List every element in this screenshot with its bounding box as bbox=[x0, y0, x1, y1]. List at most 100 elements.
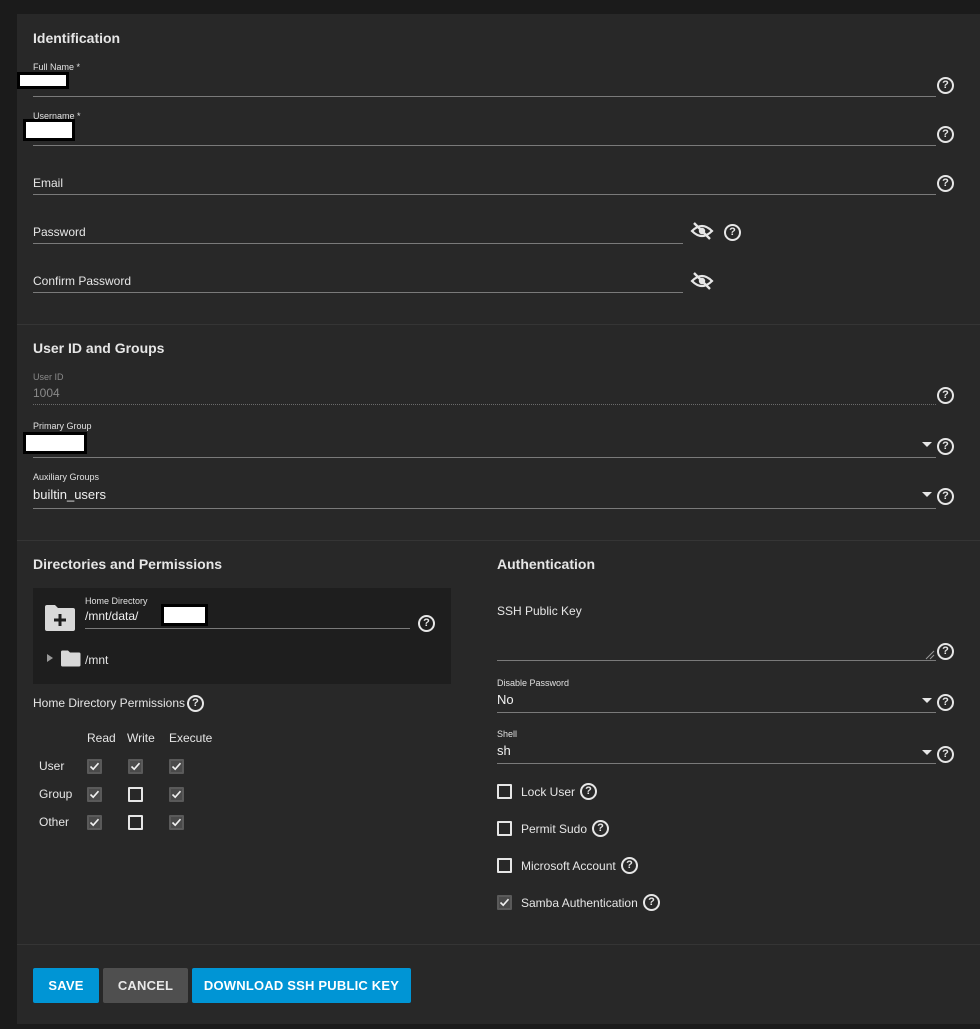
primary-group-underline bbox=[33, 457, 936, 458]
redacted-home-directory bbox=[161, 604, 208, 626]
user-id-field: User ID 1004 bbox=[33, 372, 936, 406]
shell-value: sh bbox=[497, 743, 511, 758]
shell-help-icon[interactable]: ? bbox=[937, 746, 954, 763]
directories-permissions-title: Directories and Permissions bbox=[33, 556, 223, 572]
permissions-help-icon[interactable]: ? bbox=[187, 695, 204, 712]
home-directory-underline bbox=[85, 628, 410, 629]
user-form-panel: Identification Full Name * ? Username * … bbox=[17, 14, 980, 1024]
samba-authentication-label[interactable]: Samba Authentication bbox=[521, 896, 638, 910]
password-field[interactable]: Password bbox=[33, 223, 683, 245]
lock-user-label[interactable]: Lock User bbox=[521, 785, 575, 799]
checkmark-icon bbox=[499, 898, 510, 907]
auxiliary-groups-caret-down-icon[interactable] bbox=[922, 492, 932, 497]
username-help-icon[interactable]: ? bbox=[937, 126, 954, 143]
perm-other-execute-checkbox[interactable] bbox=[169, 815, 184, 830]
perm-user-read-checkbox[interactable] bbox=[87, 759, 102, 774]
primary-group-help-icon[interactable]: ? bbox=[937, 438, 954, 455]
shell-label: Shell bbox=[497, 729, 518, 739]
confirm-password-visibility-eye-off-icon[interactable] bbox=[690, 271, 714, 291]
lock-user-checkbox[interactable] bbox=[497, 784, 512, 799]
samba-authentication-checkbox[interactable] bbox=[497, 895, 512, 910]
disable-password-help-icon[interactable]: ? bbox=[937, 694, 954, 711]
perm-col-write: Write bbox=[127, 731, 155, 745]
primary-group-caret-down-icon[interactable] bbox=[922, 442, 932, 447]
full-name-help-icon[interactable]: ? bbox=[937, 77, 954, 94]
full-name-field[interactable]: Full Name * bbox=[17, 62, 936, 98]
shell-caret-down-icon[interactable] bbox=[922, 750, 932, 755]
confirm-password-placeholder: Confirm Password bbox=[33, 274, 132, 288]
username-underline bbox=[33, 145, 936, 146]
ssh-public-key-textarea[interactable]: SSH Public Key bbox=[497, 602, 936, 662]
auxiliary-groups-help-icon[interactable]: ? bbox=[937, 488, 954, 505]
user-id-groups-title: User ID and Groups bbox=[33, 340, 165, 356]
confirm-password-field[interactable]: Confirm Password bbox=[33, 272, 683, 294]
microsoft-account-label[interactable]: Microsoft Account bbox=[521, 859, 616, 873]
perm-group-read-checkbox[interactable] bbox=[87, 787, 102, 802]
section-divider bbox=[17, 324, 980, 325]
tree-root-label[interactable]: /mnt bbox=[85, 653, 108, 667]
checkmark-icon bbox=[89, 762, 100, 771]
password-visibility-eye-off-icon[interactable] bbox=[690, 221, 714, 241]
password-underline bbox=[33, 243, 683, 244]
checkmark-icon bbox=[171, 790, 182, 799]
auxiliary-groups-select[interactable]: Auxiliary Groups builtin_users bbox=[33, 472, 936, 510]
password-placeholder: Password bbox=[33, 225, 86, 239]
shell-underline bbox=[497, 763, 936, 764]
email-field[interactable]: Email bbox=[33, 174, 936, 196]
disable-password-caret-down-icon[interactable] bbox=[922, 698, 932, 703]
folder-icon bbox=[61, 650, 81, 667]
perm-group-execute-checkbox[interactable] bbox=[169, 787, 184, 802]
password-help-icon[interactable]: ? bbox=[724, 224, 741, 241]
perm-col-execute: Execute bbox=[169, 731, 213, 745]
save-button[interactable]: SAVE bbox=[33, 968, 99, 1003]
cancel-button[interactable]: CANCEL bbox=[103, 968, 188, 1003]
redacted-full-name bbox=[17, 72, 69, 89]
user-id-label: User ID bbox=[33, 372, 64, 382]
disable-password-value: No bbox=[497, 692, 514, 707]
checkmark-icon bbox=[171, 762, 182, 771]
section-divider bbox=[17, 540, 980, 541]
full-name-label: Full Name * bbox=[33, 62, 81, 72]
email-placeholder: Email bbox=[33, 176, 64, 190]
perm-user-execute-checkbox[interactable] bbox=[169, 759, 184, 774]
user-id-value: 1004 bbox=[33, 386, 60, 400]
permit-sudo-help-icon[interactable]: ? bbox=[592, 820, 609, 837]
textarea-resize-grip-icon[interactable] bbox=[925, 650, 935, 660]
disable-password-label: Disable Password bbox=[497, 678, 570, 688]
perm-other-write-checkbox[interactable] bbox=[128, 815, 143, 830]
home-directory-permissions-label: Home Directory Permissions bbox=[33, 696, 186, 710]
perm-row-other: Other bbox=[39, 815, 70, 829]
user-id-underline bbox=[33, 404, 936, 405]
permit-sudo-checkbox[interactable] bbox=[497, 821, 512, 836]
samba-authentication-help-icon[interactable]: ? bbox=[643, 894, 660, 911]
home-directory-help-icon[interactable]: ? bbox=[418, 615, 435, 632]
auxiliary-groups-value: builtin_users bbox=[33, 487, 106, 502]
primary-group-select[interactable]: Primary Group bbox=[23, 421, 936, 459]
perm-row-group: Group bbox=[39, 787, 73, 801]
section-divider bbox=[17, 944, 980, 945]
home-directory-label: Home Directory bbox=[85, 596, 148, 606]
shell-select[interactable]: Shell sh bbox=[497, 729, 936, 765]
home-directory-value[interactable]: /mnt/data/ bbox=[85, 609, 138, 623]
ssh-public-key-help-icon[interactable]: ? bbox=[937, 643, 954, 660]
email-underline bbox=[33, 194, 936, 195]
permit-sudo-label[interactable]: Permit Sudo bbox=[521, 822, 587, 836]
perm-col-read: Read bbox=[87, 731, 116, 745]
redacted-primary-group bbox=[23, 432, 87, 454]
email-help-icon[interactable]: ? bbox=[937, 175, 954, 192]
folder-plus-icon[interactable] bbox=[44, 604, 76, 632]
username-field[interactable]: Username * bbox=[23, 111, 936, 147]
microsoft-account-help-icon[interactable]: ? bbox=[621, 857, 638, 874]
download-ssh-public-key-button[interactable]: DOWNLOAD SSH PUBLIC KEY bbox=[192, 968, 411, 1003]
perm-user-write-checkbox[interactable] bbox=[128, 759, 143, 774]
tree-expand-triangle-right-icon[interactable] bbox=[47, 654, 53, 662]
disable-password-select[interactable]: Disable Password No bbox=[497, 678, 936, 714]
lock-user-help-icon[interactable]: ? bbox=[580, 783, 597, 800]
checkmark-icon bbox=[89, 790, 100, 799]
confirm-password-underline bbox=[33, 292, 683, 293]
microsoft-account-checkbox[interactable] bbox=[497, 858, 512, 873]
perm-other-read-checkbox[interactable] bbox=[87, 815, 102, 830]
user-id-help-icon[interactable]: ? bbox=[937, 387, 954, 404]
perm-group-write-checkbox[interactable] bbox=[128, 787, 143, 802]
perm-row-user: User bbox=[39, 759, 65, 773]
